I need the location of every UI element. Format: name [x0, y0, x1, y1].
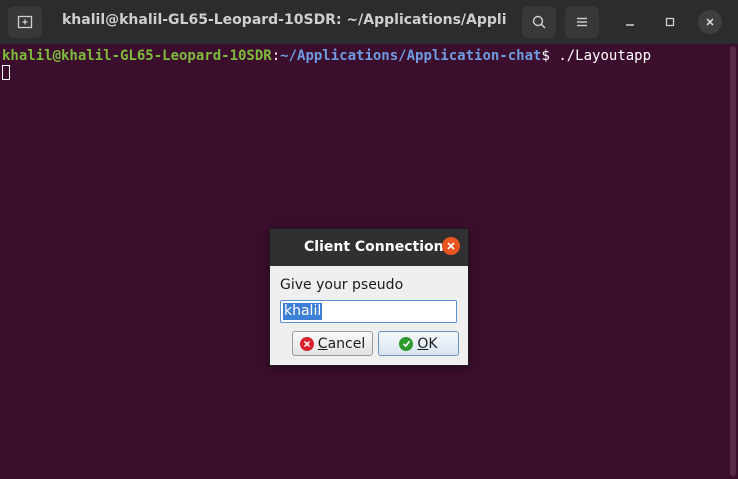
title-bar: khalil@khalil-GL65-Leopard-10SDR: ~/Appl…: [0, 0, 738, 44]
dialog-close-button[interactable]: [442, 237, 460, 255]
ok-label: OK: [417, 335, 438, 352]
command-text: ./Layoutapp: [549, 48, 652, 64]
close-icon: [706, 18, 714, 26]
close-icon: [447, 242, 455, 250]
pseudo-input[interactable]: khalil: [280, 300, 457, 323]
cancel-button[interactable]: Cancel: [292, 331, 373, 356]
cancel-icon: [299, 336, 314, 351]
prompt-line: khalil@khalil-GL65-Leopard-10SDR:~/Appli…: [2, 48, 651, 65]
pseudo-label: Give your pseudo: [280, 277, 404, 293]
terminal-scrollbar[interactable]: [730, 46, 736, 476]
terminal-cursor: [2, 65, 10, 80]
prompt-dollar: $: [541, 48, 550, 64]
checkmark-icon: [399, 336, 414, 351]
dialog-title: Client Connection: [304, 239, 444, 255]
close-window-button[interactable]: [698, 10, 722, 34]
search-icon: [532, 15, 546, 29]
new-tab-button[interactable]: [8, 6, 42, 38]
hamburger-menu-icon: [577, 17, 587, 27]
dialog-header: Client Connection: [270, 229, 468, 266]
maximize-icon: [665, 17, 675, 27]
prompt-colon: :: [271, 48, 281, 64]
client-connection-dialog: Client Connection Give your pseudo khali…: [269, 228, 469, 366]
prompt-path: ~/Applications/Application-chat: [280, 48, 542, 64]
search-button[interactable]: [522, 6, 556, 38]
pseudo-input-value: khalil: [283, 303, 323, 320]
window-title: khalil@khalil-GL65-Leopard-10SDR: ~/Appl…: [62, 12, 507, 28]
prompt-user: khalil@khalil-GL65-Leopard-10SDR: [2, 48, 272, 64]
ok-button[interactable]: OK: [378, 331, 459, 356]
minimize-button[interactable]: [618, 10, 642, 34]
cancel-label: Cancel: [317, 335, 366, 352]
menu-button[interactable]: [565, 6, 599, 38]
maximize-button[interactable]: [658, 10, 682, 34]
minimize-icon: [626, 24, 634, 26]
new-tab-icon: [17, 15, 33, 29]
